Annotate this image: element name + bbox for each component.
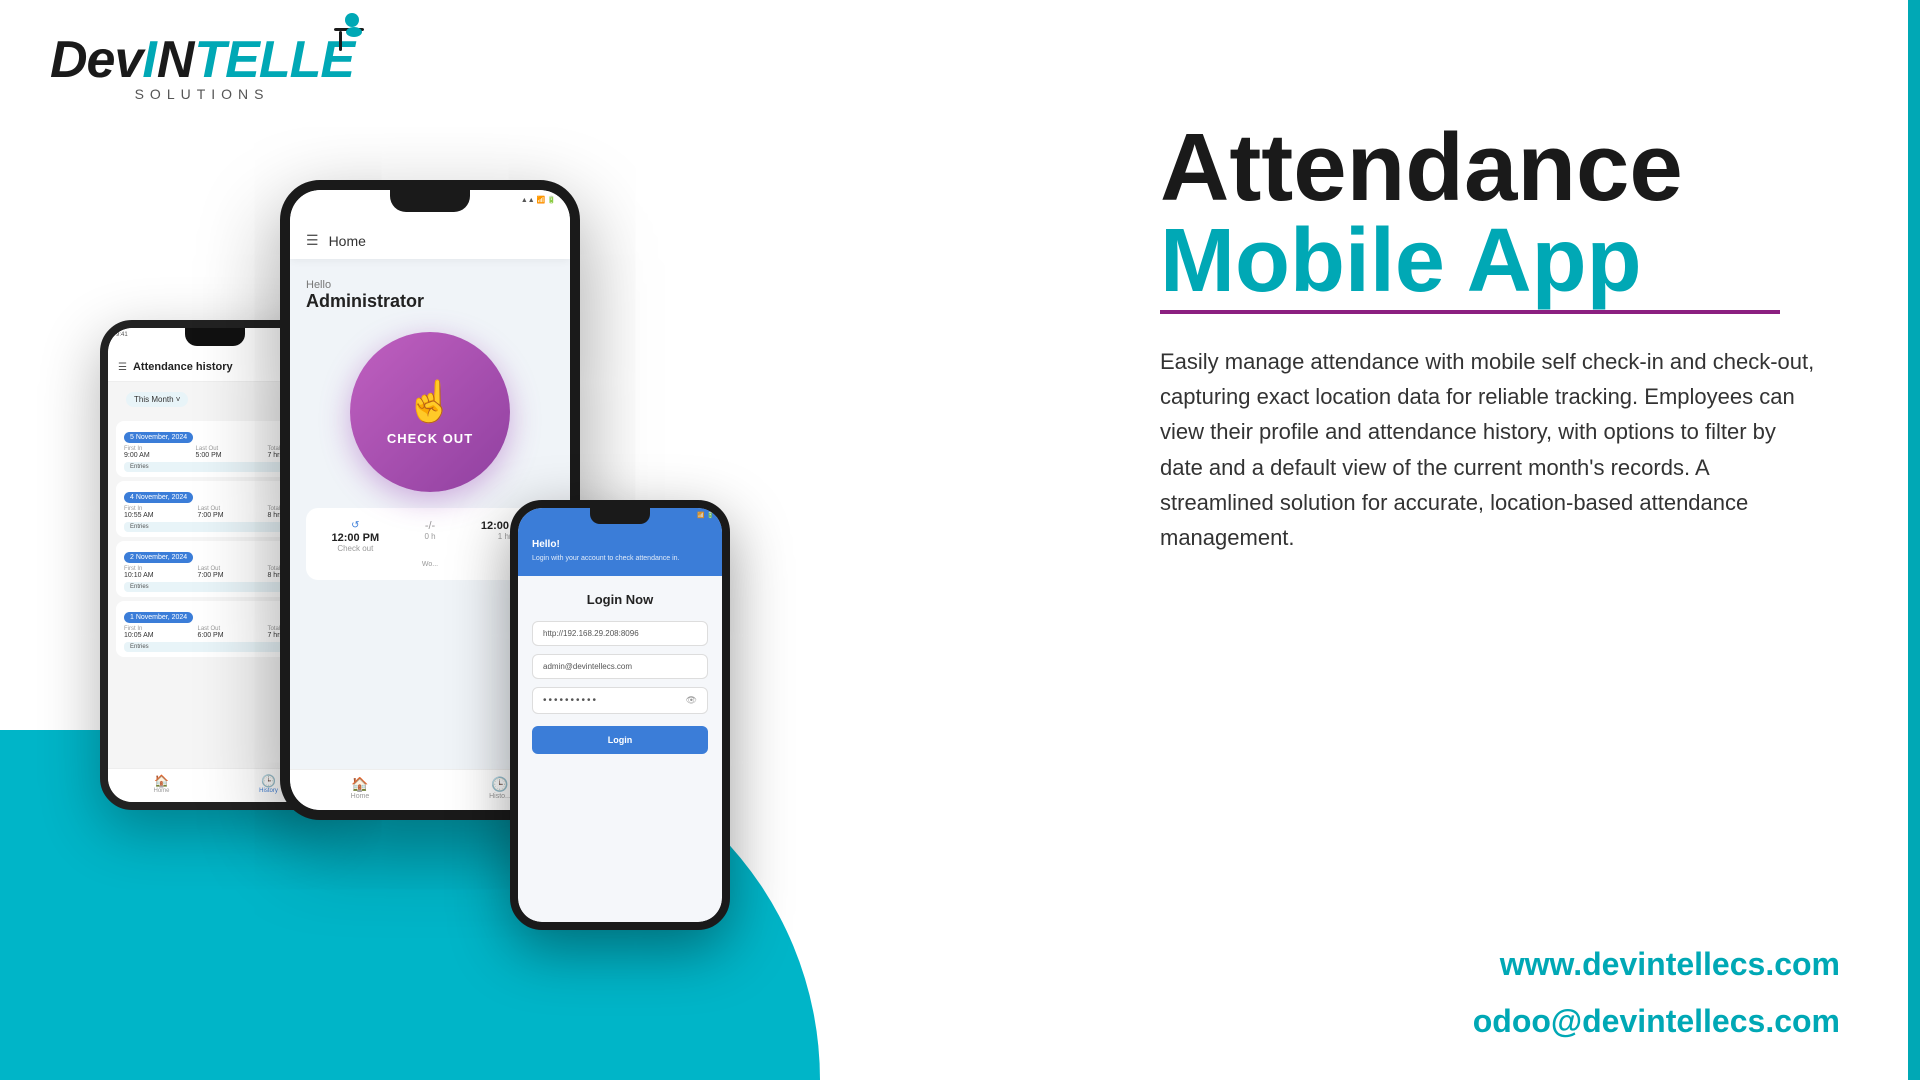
eye-icon[interactable]: 👁: [686, 695, 697, 706]
status-time: 9:41: [116, 332, 128, 339]
entries-expand-1[interactable]: Entries▼: [124, 462, 306, 472]
checkout-label: CHECK OUT: [387, 431, 473, 446]
phone-history-notch: [185, 328, 245, 346]
main-menu-icon[interactable]: ☰: [306, 232, 319, 249]
phone-main-notch: [390, 190, 470, 212]
password-dots: ••••••••••: [543, 695, 686, 706]
entry-date-3: 2 November, 2024: [124, 552, 193, 563]
checkout-time-label: Check out: [318, 544, 393, 553]
checkout-time-col: ↺ 12:00 PM Check out: [318, 520, 393, 553]
month-filter[interactable]: This Month ˅: [126, 392, 188, 407]
login-form: Login Now http://192.168.29.208:8096 adm…: [518, 576, 722, 770]
phone-login-notch: [590, 508, 650, 524]
hand-icon: ☝: [405, 378, 455, 425]
nav-home[interactable]: 🏠 Home: [108, 774, 215, 794]
entry-date-2: 4 November, 2024: [124, 492, 193, 503]
logo-n: N: [157, 30, 195, 90]
login-password-field[interactable]: •••••••••• 👁: [532, 687, 708, 714]
phone-login-screen: 📶 🔋 Hello! Login with your account to ch…: [518, 508, 722, 922]
login-url-field[interactable]: http://192.168.29.208:8096: [532, 621, 708, 646]
history-title: Attendance history: [133, 361, 233, 373]
headline-mobile-app: Mobile App: [1160, 216, 1840, 306]
description-text: Easily manage attendance with mobile sel…: [1160, 344, 1820, 555]
login-title: Login Now: [532, 592, 708, 607]
checkout-button[interactable]: ☝ CHECK OUT: [350, 332, 510, 492]
logo: Dev I N TELLE SOLUTIONS: [50, 30, 354, 104]
main-admin-name: Administrator: [306, 291, 554, 312]
entries-expand-2[interactable]: Entries▼: [124, 522, 306, 532]
headline-attendance: Attendance: [1160, 120, 1840, 216]
phone-login: 📶 🔋 Hello! Login with your account to ch…: [510, 500, 730, 930]
login-sub: Login with your account to check attenda…: [532, 554, 708, 564]
phones-area: 9:41 ▲▲ 📶 🔋 ☰ Attendance history This Mo…: [30, 120, 850, 1020]
login-button[interactable]: Login: [532, 726, 708, 754]
entry-date-4: 1 November, 2024: [124, 612, 193, 623]
login-email-field[interactable]: admin@devintellecs.com: [532, 654, 708, 679]
login-status-icons: 📶 🔋: [697, 512, 714, 519]
menu-icon[interactable]: ☰: [118, 362, 127, 373]
logo-in: I: [142, 30, 156, 90]
right-accent-bar: [1908, 0, 1920, 1080]
checkout-time: 12:00 PM: [318, 532, 393, 544]
entry-date-1: 5 November, 2024: [124, 432, 193, 443]
login-top-banner: Hello! Login with your account to check …: [518, 519, 722, 576]
login-hello: Hello!: [532, 539, 708, 550]
main-header-title: Home: [329, 233, 366, 249]
entries-expand-3[interactable]: Entries▼: [124, 582, 306, 592]
entries-expand-4[interactable]: Entries▼: [124, 642, 306, 652]
main-header: ☰ Home: [290, 204, 570, 259]
footer-website[interactable]: www.devintellecs.com: [1473, 946, 1840, 983]
logo-dev: Dev: [50, 30, 142, 90]
dash-col: -/- 0 h: [393, 520, 468, 553]
footer-links: www.devintellecs.com odoo@devintellecs.c…: [1473, 946, 1840, 1040]
main-hello: Hello: [306, 279, 554, 291]
footer-email[interactable]: odoo@devintellecs.com: [1473, 1003, 1840, 1040]
right-content: Attendance Mobile App Easily manage atte…: [1160, 120, 1840, 555]
main-nav-home[interactable]: 🏠 Home: [290, 776, 430, 800]
main-status-icons: ▲▲ 📶 🔋: [521, 196, 556, 204]
